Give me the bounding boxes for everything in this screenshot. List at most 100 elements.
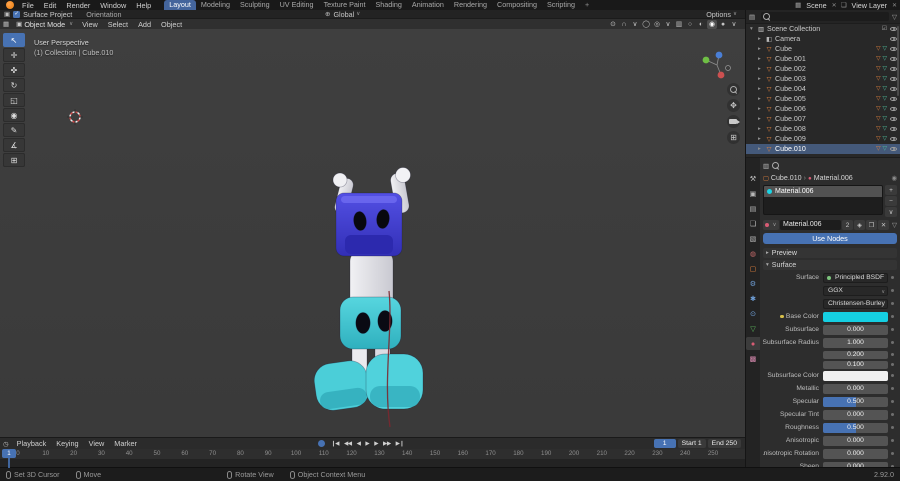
workspace-tab-modeling[interactable]: Modeling xyxy=(196,0,235,10)
tool-select-box[interactable]: ↖ xyxy=(3,33,25,47)
viewport-menu-view[interactable]: View xyxy=(77,20,103,29)
outliner-row-scene-collection[interactable]: ▾ ▥ Scene Collection ☑ xyxy=(746,24,900,34)
timeline-menu-view[interactable]: View xyxy=(84,439,110,448)
animate-decorator[interactable] xyxy=(888,400,897,403)
disclosure-triangle-icon[interactable]: ▸ xyxy=(758,136,765,142)
frame-ruler[interactable]: 0 10 20 30 40 50 60 70 80 90 100 110 120 130 140 150 160… xyxy=(0,449,745,459)
outliner-row-camera[interactable]: ▸ ◧ Camera xyxy=(746,34,900,44)
field-control[interactable]: Principled BSDF xyxy=(823,272,888,283)
animate-decorator[interactable] xyxy=(888,465,897,467)
properties-tab-view-layer[interactable]: ❏ xyxy=(746,217,760,230)
disclosure-triangle-icon[interactable]: ▸ xyxy=(758,66,765,72)
field-control[interactable]: 0.000 xyxy=(823,461,888,467)
disclosure-triangle-icon[interactable]: ▸ xyxy=(758,86,765,92)
viewport-menu-object[interactable]: Object xyxy=(156,20,187,29)
duplicate-material-button[interactable]: ❐ xyxy=(866,220,877,230)
jump-next-keyframe-button[interactable]: ▶▶ xyxy=(381,441,393,447)
workspace-tab-layout[interactable]: Layout xyxy=(164,0,196,10)
properties-tab-world[interactable]: ◍ xyxy=(746,247,760,260)
disclosure-triangle-icon[interactable]: ▾ xyxy=(750,26,757,32)
toggle-ortho-icon[interactable]: ⊞ xyxy=(727,131,740,144)
timeline-menu-marker[interactable]: Marker xyxy=(109,439,142,448)
field-control[interactable]: 0.000 xyxy=(823,448,888,459)
tool-transform[interactable]: ◉ xyxy=(3,108,25,122)
jump-to-end-button[interactable]: ▶❙ xyxy=(394,441,406,447)
field-control[interactable]: 0.200 xyxy=(823,350,888,359)
unlink-material-button[interactable]: ✕ xyxy=(878,220,889,230)
animate-decorator[interactable] xyxy=(888,276,897,279)
surface-project-checkbox[interactable]: ✓ xyxy=(13,10,21,18)
field-control[interactable]: 0.000 xyxy=(823,383,888,394)
field-control[interactable]: 0.100 xyxy=(823,360,888,369)
timeline-ruler-area[interactable]: 0 10 20 30 40 50 60 70 80 90 100 110 120 130 140 150 160… xyxy=(0,449,745,468)
disclosure-triangle-icon[interactable]: ▸ xyxy=(758,36,765,42)
filter-icon[interactable]: ▽ xyxy=(892,13,897,21)
animate-decorator[interactable] xyxy=(888,302,897,305)
field-control[interactable]: 0.500 xyxy=(823,422,888,433)
animate-decorator[interactable] xyxy=(888,289,897,292)
menu-help[interactable]: Help xyxy=(131,1,156,10)
tool-add-cube[interactable]: ⊞ xyxy=(3,153,25,167)
prev-frame-button[interactable]: ◀ xyxy=(355,441,363,447)
surface-panel-header[interactable]: ▾ Surface xyxy=(763,260,897,270)
visibility-eye-icon[interactable] xyxy=(890,106,897,112)
workspace-tab-rendering[interactable]: Rendering xyxy=(449,0,492,10)
visibility-eye-icon[interactable] xyxy=(890,86,897,92)
xray-toggle-icon[interactable]: ▥ xyxy=(674,20,684,29)
viewport-menu-select[interactable]: Select xyxy=(103,20,133,29)
properties-tab-modifiers[interactable]: ⚙ xyxy=(746,277,760,290)
add-workspace-button[interactable]: + xyxy=(580,0,594,10)
animate-decorator[interactable] xyxy=(888,315,897,318)
material-slot[interactable]: Material.006 xyxy=(764,186,882,197)
pin-icon[interactable]: ◉ xyxy=(891,174,897,182)
slot-specials-button[interactable]: ∨ xyxy=(885,207,897,217)
properties-tab-material[interactable]: ● xyxy=(746,337,760,350)
visibility-eye-icon[interactable] xyxy=(890,76,897,82)
visibility-eye-icon[interactable] xyxy=(890,46,897,52)
users-count-button[interactable]: 2 xyxy=(842,220,853,230)
scene-selector[interactable]: Scene xyxy=(804,1,828,10)
shading-dropdown-icon[interactable]: ∨ xyxy=(729,20,739,29)
outliner-row-cube-006[interactable]: ▸ ▽ Cube.006 ▽ ▽ xyxy=(746,104,900,114)
view-layer-remove-icon[interactable]: ✕ xyxy=(891,2,898,9)
breadcrumb-material[interactable]: Material.006 xyxy=(814,174,853,182)
preview-panel-header[interactable]: ▸ Preview xyxy=(763,248,897,258)
properties-tab-particles[interactable]: ✱ xyxy=(746,292,760,305)
outliner-row-cube-009[interactable]: ▸ ▽ Cube.009 ▽ ▽ xyxy=(746,134,900,144)
outliner-search-input[interactable] xyxy=(761,12,889,21)
outliner-row-cube-003[interactable]: ▸ ▽ Cube.003 ▽ ▽ xyxy=(746,74,900,84)
tool-cursor[interactable]: ✛ xyxy=(3,48,25,62)
shading-rendered-icon[interactable]: ● xyxy=(718,20,728,29)
timeline-menu-playback[interactable]: Playback xyxy=(12,439,52,448)
jump-prev-keyframe-button[interactable]: ◀◀ xyxy=(342,441,354,447)
field-control[interactable]: 0.500 xyxy=(823,396,888,407)
tool-move[interactable]: ✜ xyxy=(3,63,25,77)
camera-view-icon[interactable] xyxy=(727,115,740,128)
options-dropdown[interactable]: Options ∨ xyxy=(706,10,737,19)
field-control[interactable]: 0.000 xyxy=(823,409,888,420)
current-frame-field[interactable]: 1 xyxy=(653,439,676,448)
timeline-editor-icon[interactable]: ◷ xyxy=(3,440,9,448)
playhead[interactable]: 1 xyxy=(2,449,16,458)
shading-material-icon[interactable]: ◉ xyxy=(707,19,717,29)
outliner-row-cube[interactable]: ▸ ▽ Cube ▽ ▽ xyxy=(746,44,900,54)
transform-orientation-dropdown[interactable]: ⊕ Global ∨ xyxy=(325,10,360,19)
workspace-tab-scripting[interactable]: Scripting xyxy=(542,0,580,10)
shading-solid-icon[interactable]: ◐ xyxy=(696,20,706,29)
disclosure-triangle-icon[interactable]: ▸ xyxy=(758,56,765,62)
workspace-tab-sculpting[interactable]: Sculpting xyxy=(235,0,275,10)
field-control[interactable]: 0.000 xyxy=(823,324,888,335)
workspace-tab-compositing[interactable]: Compositing xyxy=(492,0,542,10)
properties-tab-object[interactable]: ▢ xyxy=(746,262,760,275)
remove-slot-button[interactable]: − xyxy=(885,196,897,206)
tool-annotate[interactable]: ✎ xyxy=(3,123,25,137)
disclosure-triangle-icon[interactable]: ▸ xyxy=(758,106,765,112)
visibility-eye-icon[interactable] xyxy=(890,116,897,122)
browse-material-button[interactable]: ∨ xyxy=(763,220,779,230)
outliner-row-cube-005[interactable]: ▸ ▽ Cube.005 ▽ ▽ xyxy=(746,94,900,104)
animate-decorator[interactable] xyxy=(888,452,897,455)
visibility-eye-icon[interactable] xyxy=(890,36,897,42)
filter-icon[interactable]: ▽ xyxy=(892,221,897,229)
collection-checkbox-icon[interactable]: ☑ xyxy=(882,26,887,32)
jump-to-start-button[interactable]: ❙◀ xyxy=(329,441,341,447)
